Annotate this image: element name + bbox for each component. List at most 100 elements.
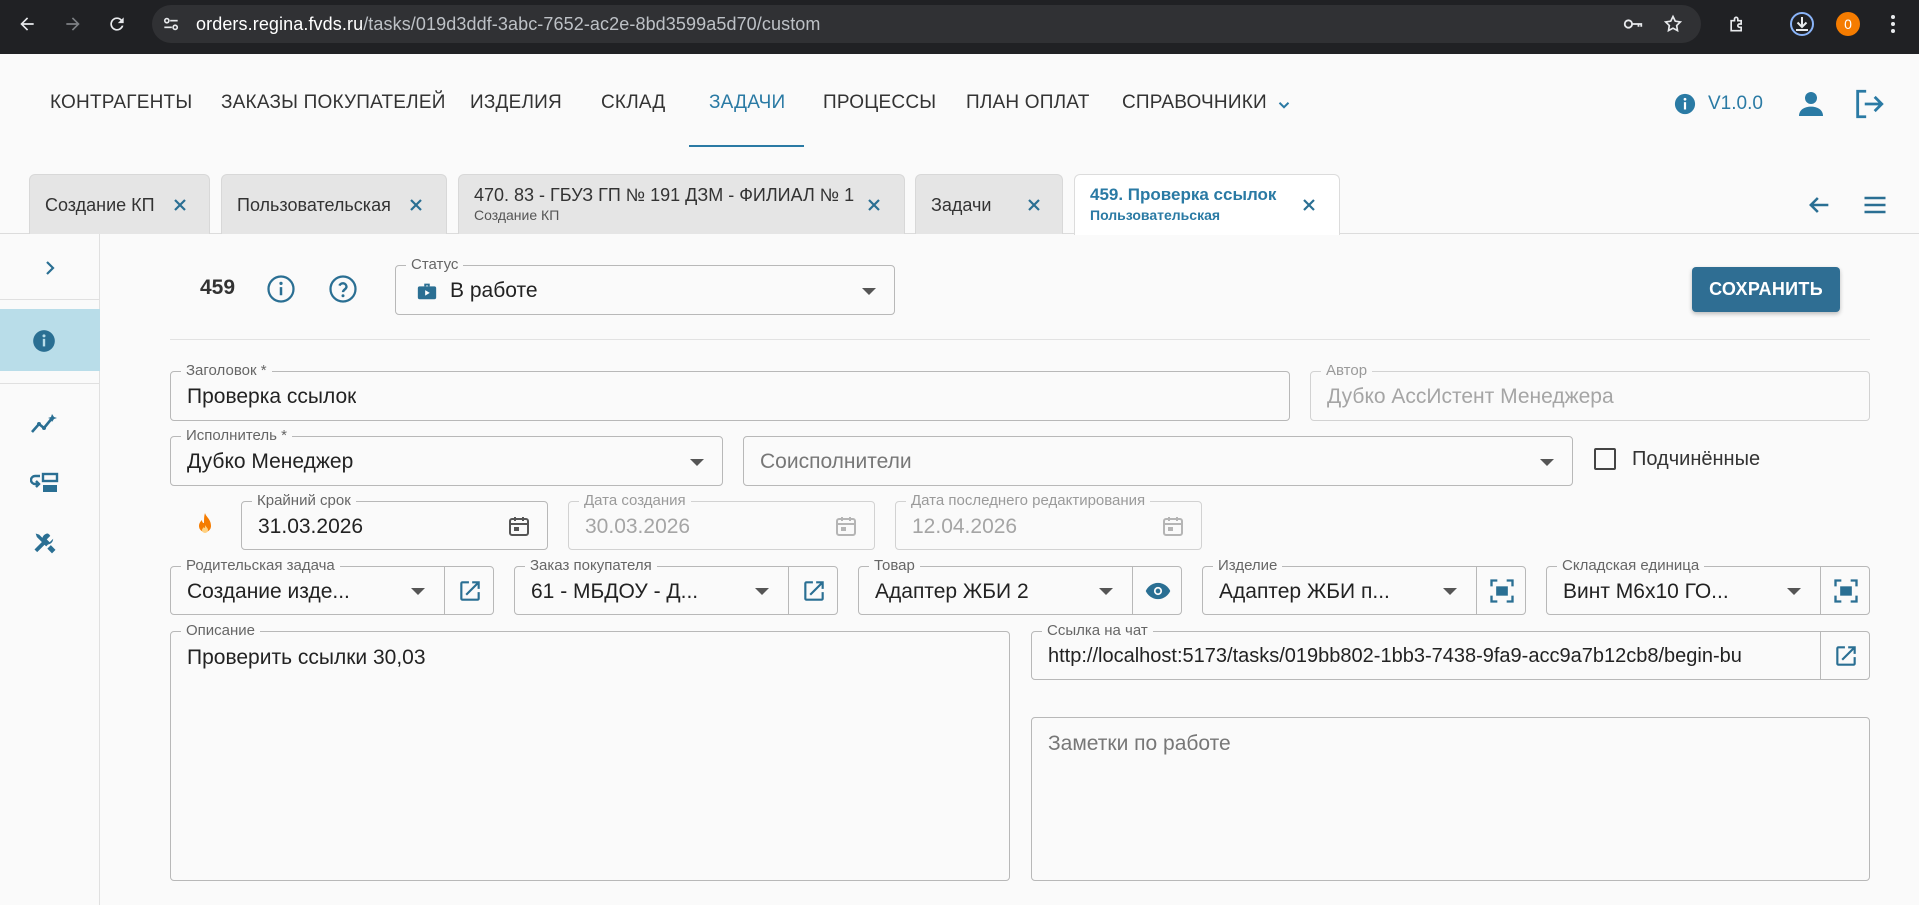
tab-label: Пользовательская <box>237 195 391 215</box>
hamburger-menu-icon[interactable] <box>1861 191 1889 219</box>
stock-value: Винт М6х10 ГО... <box>1563 580 1729 603</box>
header-divider <box>170 339 1870 340</box>
close-icon[interactable] <box>168 193 192 217</box>
open-chat-button[interactable] <box>1820 632 1870 679</box>
title-field[interactable]: Заголовок * Проверка ссылок <box>170 362 1290 421</box>
coassignees-placeholder: Соисполнители <box>760 450 912 473</box>
scan-product-button[interactable] <box>1476 567 1526 614</box>
password-key-icon[interactable] <box>1620 11 1646 37</box>
sidebar-divider <box>0 383 100 384</box>
chevron-right-icon[interactable] <box>38 256 62 280</box>
nav-payment-plan[interactable]: ПЛАН ОПЛАТ <box>966 92 1090 114</box>
close-icon[interactable] <box>1297 193 1321 217</box>
assignee-value: Дубко Менеджер <box>187 450 354 473</box>
sidebar-item-process[interactable] <box>30 470 60 496</box>
product-select[interactable]: Изделие Адаптер ЖБИ п... <box>1202 557 1526 615</box>
help-icon[interactable] <box>328 274 358 304</box>
product-label: Изделие <box>1213 557 1283 574</box>
nav-tasks[interactable]: ЗАДАЧИ <box>709 92 785 114</box>
browser-toolbar: orders.regina.fvds.ru/tasks/019d3ddf-3ab… <box>0 0 1919 54</box>
tab-create-kp[interactable]: Создание КП <box>29 174 210 234</box>
back-icon[interactable] <box>14 11 40 37</box>
tab-task-470[interactable]: 470. 83 - ГБУЗ ГП № 191 ДЗМ - ФИЛИАЛ № 1… <box>458 174 905 234</box>
dropdown-arrow-icon <box>862 288 876 295</box>
edited-label: Дата последнего редактирования <box>906 492 1151 509</box>
arrow-left-icon[interactable] <box>1805 191 1833 219</box>
browser-menu-icon[interactable] <box>1880 11 1906 37</box>
url-text[interactable]: orders.regina.fvds.ru/tasks/019d3ddf-3ab… <box>196 14 821 35</box>
tab-label: 459. Проверка ссылок <box>1090 185 1277 204</box>
nav-active-indicator <box>689 145 804 147</box>
fire-icon <box>193 512 217 538</box>
sidebar-item-analytics[interactable] <box>30 410 60 436</box>
stock-label: Складская единица <box>1557 557 1705 574</box>
close-icon[interactable] <box>404 193 428 217</box>
author-label: Автор <box>1321 362 1373 379</box>
info-icon[interactable] <box>1674 93 1696 115</box>
stock-unit-select[interactable]: Складская единица Винт М6х10 ГО... <box>1546 557 1870 615</box>
bookmark-star-icon[interactable] <box>1660 11 1686 37</box>
coassignees-select[interactable]: Соисполнители <box>743 436 1573 486</box>
customer-order-select[interactable]: Заказ покупателя 61 - МБДОУ - Д... <box>514 557 838 615</box>
edited-date-field: Дата последнего редактирования 12.04.202… <box>895 492 1202 550</box>
nav-products[interactable]: ИЗДЕЛИЯ <box>470 92 562 114</box>
goods-value: Адаптер ЖБИ 2 <box>875 580 1029 603</box>
open-in-new-icon <box>803 580 824 601</box>
extensions-icon[interactable] <box>1724 11 1750 37</box>
nav-warehouse[interactable]: СКЛАД <box>601 92 665 114</box>
save-button[interactable]: СОХРАНИТЬ <box>1692 267 1840 312</box>
tab-sublabel: Создание КП <box>474 207 560 223</box>
open-parent-button[interactable] <box>444 567 494 614</box>
reload-icon[interactable] <box>104 11 130 37</box>
site-info-icon[interactable] <box>158 11 184 37</box>
subordinates-checkbox[interactable] <box>1594 448 1616 470</box>
title-value: Проверка ссылок <box>187 385 357 408</box>
user-account-icon[interactable] <box>1795 88 1827 120</box>
info-outline-icon[interactable] <box>266 274 296 304</box>
tab-tasks[interactable]: Задачи <box>915 174 1063 234</box>
nav-processes[interactable]: ПРОЦЕССЫ <box>823 92 936 114</box>
nav-references[interactable]: СПРАВОЧНИКИ <box>1122 92 1267 114</box>
title-label: Заголовок * <box>181 362 272 379</box>
sidebar-item-tools[interactable] <box>31 530 59 558</box>
assignee-select[interactable]: Исполнитель * Дубко Менеджер <box>170 427 723 486</box>
close-icon[interactable] <box>1022 193 1046 217</box>
subordinates-label: Подчинённые <box>1632 448 1761 470</box>
calendar-icon <box>834 514 858 538</box>
view-goods-button[interactable] <box>1132 567 1182 614</box>
parent-label: Родительская задача <box>181 557 340 574</box>
chat-value: http://localhost:5173/tasks/019bb802-1bb… <box>1048 645 1742 667</box>
description-textarea[interactable]: Описание Проверить ссылки 30,03 <box>170 622 1010 881</box>
download-icon[interactable] <box>1789 11 1815 37</box>
dropdown-arrow-icon <box>1787 588 1801 595</box>
nav-customer-orders[interactable]: ЗАКАЗЫ ПОКУПАТЕЛЕЙ <box>221 92 446 114</box>
tab-custom[interactable]: Пользовательская <box>221 174 447 234</box>
forward-icon[interactable] <box>60 11 86 37</box>
dropdown-arrow-icon <box>1443 588 1457 595</box>
chat-link-field[interactable]: Ссылка на чат http://localhost:5173/task… <box>1031 622 1870 680</box>
deadline-field[interactable]: Крайний срок 31.03.2026 <box>241 492 548 550</box>
goods-select[interactable]: Товар Адаптер ЖБИ 2 <box>858 557 1182 615</box>
chevron-down-icon[interactable] <box>1275 96 1293 114</box>
tab-label: Создание КП <box>45 195 155 215</box>
tab-sublabel: Пользовательская <box>1090 207 1221 223</box>
briefcase-icon <box>416 280 438 302</box>
scan-stock-button[interactable] <box>1820 567 1870 614</box>
status-select[interactable]: Статус В работе <box>395 256 895 315</box>
order-label: Заказ покупателя <box>525 557 657 574</box>
notes-textarea[interactable]: Заметки по работе <box>1031 717 1870 881</box>
author-value: Дубко АссИстент Менеджера <box>1327 385 1614 408</box>
calendar-icon[interactable] <box>507 514 531 538</box>
profile-avatar[interactable]: 0 <box>1836 12 1860 36</box>
calendar-icon <box>1161 514 1185 538</box>
deadline-label: Крайний срок <box>252 492 356 509</box>
nav-contractors[interactable]: КОНТРАГЕНТЫ <box>50 92 192 114</box>
open-order-button[interactable] <box>788 567 838 614</box>
tab-task-459[interactable]: 459. Проверка ссылок Пользовательская <box>1074 174 1340 235</box>
created-value: 30.03.2026 <box>585 515 691 538</box>
description-label: Описание <box>181 622 261 639</box>
open-in-new-icon <box>1835 645 1856 666</box>
close-icon[interactable] <box>862 193 886 217</box>
parent-task-select[interactable]: Родительская задача Создание изде... <box>170 557 494 615</box>
logout-icon[interactable] <box>1852 87 1886 121</box>
